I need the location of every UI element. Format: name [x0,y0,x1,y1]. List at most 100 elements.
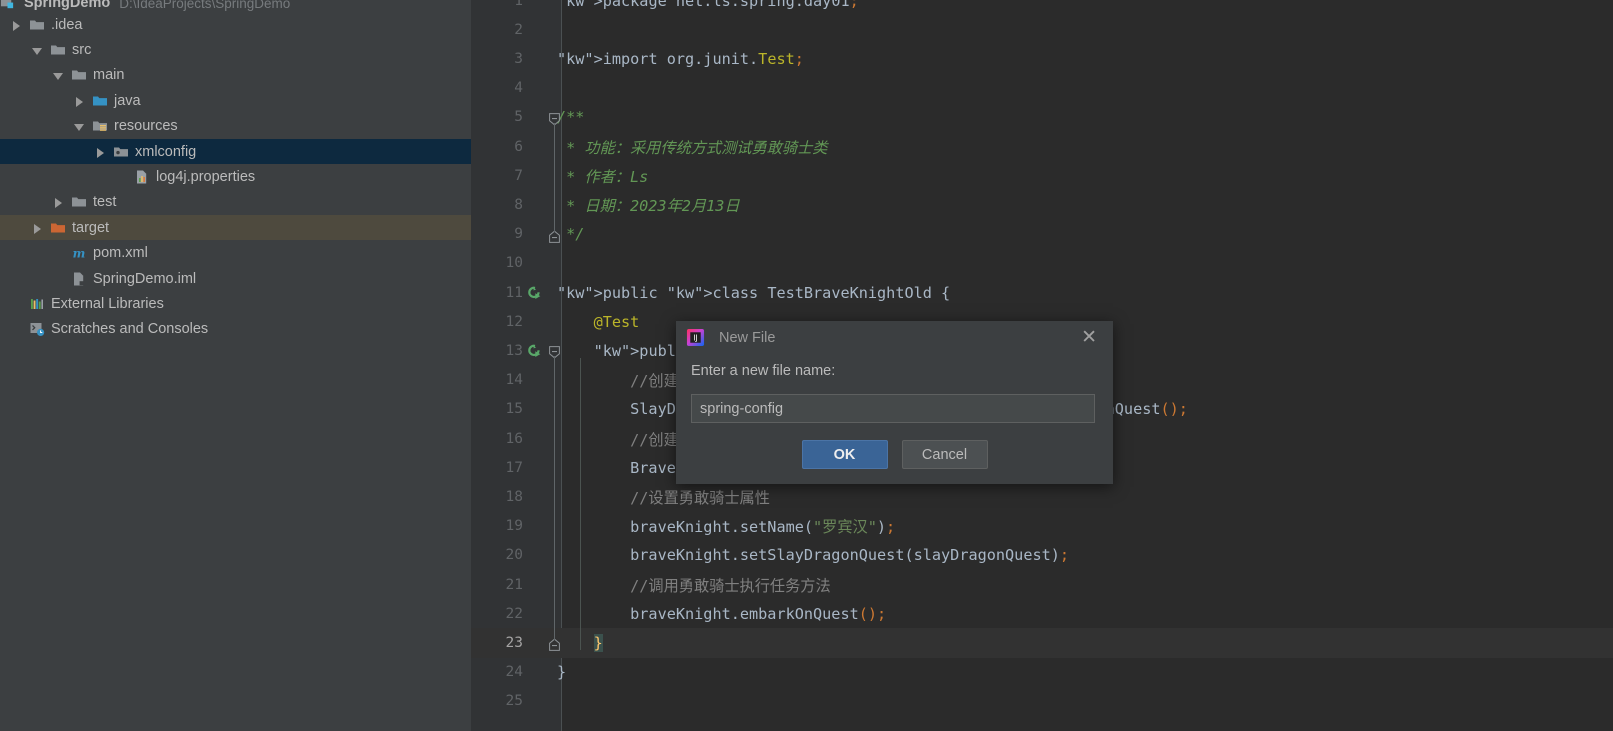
line-number: 18 [505,488,523,505]
fold-open-icon[interactable] [549,345,560,359]
chevron-collapsed-icon[interactable] [94,145,107,158]
tree-item-external-libraries[interactable]: External Libraries [0,291,471,316]
code-line[interactable]: 4 [471,74,1613,103]
tree-item-src[interactable]: src [0,37,471,62]
line-text: /** [557,108,585,127]
line-text: //调用勇敢骑士执行任务方法 [557,576,831,595]
line-text: */ [557,225,585,244]
folder-icon [50,42,66,58]
line-number: 20 [505,547,523,564]
line-number: 9 [514,226,523,243]
tree-item-java[interactable]: java [0,88,471,113]
excluded-folder-icon [50,220,66,236]
ok-button[interactable]: OK [801,440,888,469]
tree-item-xmlconfig[interactable]: xmlconfig [0,139,471,165]
code-line[interactable]: 24} [471,658,1613,687]
line-number: 22 [505,605,523,622]
new-file-dialog[interactable]: IJ New File ✕ Enter a new file name: OK … [676,321,1113,484]
dialog-title: New File [719,329,776,346]
line-number: 12 [505,313,523,330]
line-number: 4 [514,80,523,97]
tree-item-log4j-properties[interactable]: log4j.properties [0,164,471,189]
folder-icon [71,194,87,210]
folder-icon [29,17,45,33]
tree-item-test[interactable]: test [0,190,471,215]
line-number: 17 [505,459,523,476]
tree-item-target[interactable]: target [0,215,471,241]
tree-item-label: pom.xml [93,245,148,262]
chevron-collapsed-icon[interactable] [73,94,86,107]
tree-item--idea[interactable]: .idea [0,12,471,37]
scratches-icon [29,321,45,337]
tree-no-twisty [115,171,128,184]
tree-item-springdemo-iml[interactable]: SpringDemo.iml [0,266,471,291]
intellij-idea-window: SpringDemo D:\IdeaProjects\SpringDemo .i… [0,0,1613,731]
code-line[interactable]: 3 "kw">import org.junit.Test; [471,44,1613,73]
code-line[interactable]: 1 "kw">package net.ls.spring.day01; [471,0,1613,15]
project-tool-window: SpringDemo D:\IdeaProjects\SpringDemo .i… [0,0,471,731]
tree-item-label: External Libraries [51,296,164,313]
code-line[interactable]: 25 [471,687,1613,716]
line-text: braveKnight.setName("罗宾汉"); [557,518,896,537]
code-line[interactable]: 6 * 功能：采用传统方式测试勇敢骑士类 [471,132,1613,161]
run-test-icon[interactable] [527,343,543,359]
tree-item-resources[interactable]: resources [0,114,471,139]
close-icon[interactable]: ✕ [1081,328,1097,347]
line-number: 10 [505,255,523,272]
tree-item-label: Scratches and Consoles [51,321,209,338]
fold-rail [554,122,555,232]
code-line[interactable]: 2 [471,15,1613,44]
tree-item-label: log4j.properties [156,169,256,186]
libraries-icon [29,296,45,312]
chevron-collapsed-icon[interactable] [52,196,65,209]
line-number: 23 [505,634,523,651]
code-line[interactable]: 23 } [471,628,1613,658]
line-number: 3 [514,50,523,67]
code-line[interactable]: 10 [471,249,1613,278]
file-name-input[interactable] [691,394,1095,423]
properties-file-icon [134,169,150,185]
code-line[interactable]: 5 /** [471,103,1613,132]
chevron-collapsed-icon[interactable] [10,18,23,31]
folder-icon [71,67,87,83]
code-line[interactable]: 18 //设置勇敢骑士属性 [471,482,1613,511]
fold-open-icon[interactable] [549,112,560,126]
tree-no-twisty [10,323,23,336]
line-text: "kw">public "kw">class TestBraveKnightOl… [557,283,951,302]
line-text: } [557,663,567,682]
code-line[interactable]: 8 * 日期：2023年2月13日 [471,190,1613,219]
line-text: @Test [593,312,640,331]
code-line[interactable]: 20 braveKnight.setSlayDragonQuest(slayDr… [471,541,1613,570]
code-line[interactable]: 22 braveKnight.embarkOnQuest(); [471,599,1613,628]
dialog-titlebar: IJ New File ✕ [676,321,1113,354]
chevron-expanded-icon[interactable] [31,44,44,57]
code-line[interactable]: 9 */ [471,220,1613,249]
chevron-expanded-icon[interactable] [52,69,65,82]
code-line[interactable]: 7 * 作者：Ls [471,161,1613,190]
line-number: 8 [514,196,523,213]
cancel-button[interactable]: Cancel [901,440,988,469]
tree-item-label: src [72,42,92,59]
chevron-collapsed-icon[interactable] [31,221,44,234]
maven-file-icon: m [71,245,87,261]
code-line[interactable]: 21 //调用勇敢骑士执行任务方法 [471,570,1613,599]
tree-item-label: resources [114,118,178,135]
indent-guide [580,358,581,651]
svg-text:IJ: IJ [693,333,697,342]
code-line[interactable]: 11 "kw">public "kw">class TestBraveKnight… [471,278,1613,307]
tree-no-twisty [52,272,65,285]
tree-item-pom-xml[interactable]: m pom.xml [0,241,471,266]
dialog-prompt-label: Enter a new file name: [691,363,836,379]
tree-item-label: SpringDemo.iml [93,270,197,287]
line-number: 14 [505,372,523,389]
run-test-icon[interactable] [527,285,543,301]
tree-item-main[interactable]: main [0,63,471,88]
code-line[interactable]: 19 braveKnight.setName("罗宾汉"); [471,512,1613,541]
tree-item-scratches-and-consoles[interactable]: Scratches and Consoles [0,317,471,342]
source-folder-icon [92,93,108,109]
line-text: * 日期：2023年2月13日 [557,196,740,215]
line-number: 15 [505,401,523,418]
line-text: * 作者：Ls [557,167,649,186]
line-text: braveKnight.setSlayDragonQuest(slayDrago… [557,546,1070,565]
chevron-expanded-icon[interactable] [73,120,86,133]
